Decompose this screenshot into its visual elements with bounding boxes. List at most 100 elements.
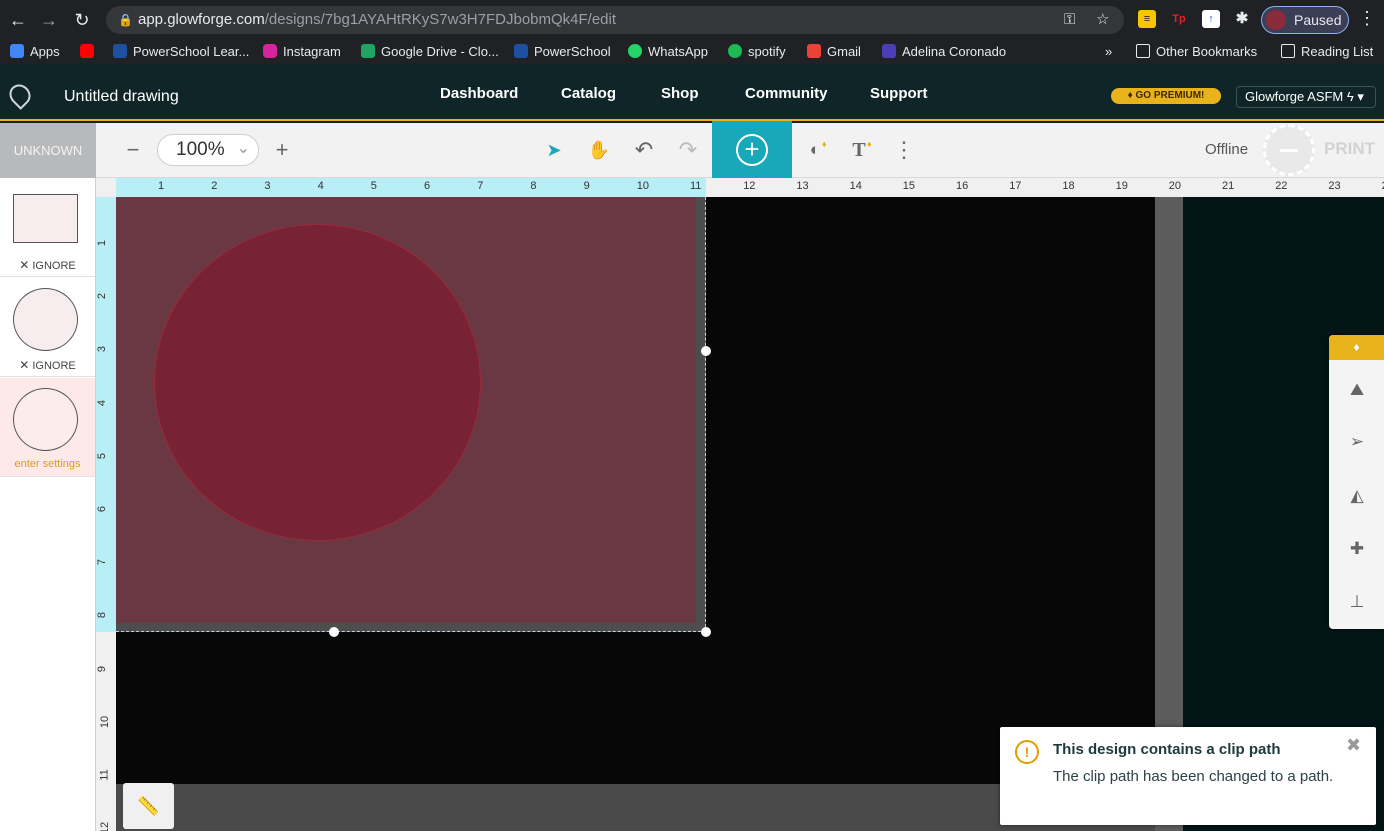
send-icon[interactable]: ➢	[1346, 431, 1368, 453]
bookmark-whatsapp[interactable]: WhatsApp	[628, 43, 708, 61]
url-path: /designs/7bg1AYAHtRKyS7w3H7FDJbobmQk4F/e…	[264, 11, 617, 28]
bookmark-apps[interactable]: Apps	[10, 43, 60, 61]
editor-toolbar: UNKNOWN − 100% ⌄ + ➤ ✋ ↶ ↷ + ◐ ♦ T ♦ ⋮ O…	[0, 121, 1384, 179]
zoom-in-icon[interactable]: +	[269, 137, 295, 163]
bookmark-spotify[interactable]: spotify	[728, 43, 786, 61]
nav-community[interactable]: Community	[745, 85, 828, 102]
operations-panel: ✕ IGNORE ✕ IGNORE enter settings	[0, 178, 96, 831]
nav-catalog[interactable]: Catalog	[561, 85, 616, 102]
extension-icon[interactable]: ≡	[1138, 10, 1156, 28]
puzzle-icon[interactable]: ✱	[1233, 10, 1251, 28]
zoom-out-icon[interactable]: −	[120, 137, 146, 163]
document-title[interactable]: Untitled drawing	[64, 88, 179, 106]
profile-button[interactable]: Paused	[1261, 6, 1349, 34]
bookmark-powerschool-learning[interactable]: PowerSchool Lear...	[113, 43, 249, 61]
app-window: ← → ↻ 🔒 app.glowforge.com/designs/7bg1AY…	[0, 0, 1384, 831]
resize-handle[interactable]	[329, 627, 339, 637]
whatsapp-icon	[628, 44, 642, 58]
reading-list-icon	[1281, 44, 1295, 58]
more-options-icon[interactable]: ⋮	[891, 137, 917, 163]
bookmarks-overflow-icon[interactable]: »	[1105, 43, 1112, 61]
operation-item[interactable]: enter settings	[0, 378, 95, 477]
premium-gem-icon[interactable]: ♦	[1329, 335, 1384, 360]
right-tool-rail: ♦ ⛰ ➢ ◭ ✚ ⊥	[1329, 335, 1384, 629]
gmail-icon	[807, 44, 821, 58]
ruler-tick-label: 16	[956, 180, 969, 192]
extension-share-icon[interactable]: ↑	[1202, 10, 1220, 28]
bookmark-other[interactable]: Other Bookmarks	[1136, 43, 1257, 61]
ruler-tick-label: 3	[264, 180, 271, 192]
extension-tp-icon[interactable]: Tp	[1170, 10, 1188, 28]
zoom-value: 100%	[176, 139, 225, 160]
ruler-material-highlight	[96, 197, 116, 632]
browser-toolbar: ← → ↻ 🔒 app.glowforge.com/designs/7bg1AY…	[0, 0, 1384, 40]
go-premium-button[interactable]: ♦ GO PREMIUM!	[1111, 88, 1221, 104]
profile-label: Paused	[1294, 12, 1342, 28]
lock-icon: 🔒	[118, 13, 133, 27]
bookmark-reading-list[interactable]: Reading List	[1281, 43, 1373, 61]
add-artwork-button[interactable]: +	[712, 121, 792, 179]
bookmark-label: Other Bookmarks	[1156, 44, 1258, 59]
star-icon[interactable]: ☆	[1096, 6, 1109, 34]
ruler-tick-label: 6	[96, 505, 109, 513]
enter-settings-link[interactable]: enter settings	[0, 458, 95, 470]
nav-dashboard[interactable]: Dashboard	[440, 85, 518, 102]
glowforge-logo-icon[interactable]	[5, 80, 35, 110]
print-dash-icon	[1280, 149, 1298, 152]
nav-support[interactable]: Support	[870, 85, 928, 102]
selection-box[interactable]	[116, 197, 706, 632]
ruler-material-highlight	[116, 178, 706, 197]
stamp-icon[interactable]: ⊥	[1346, 591, 1368, 613]
calendar-icon	[882, 44, 896, 58]
chevron-down-icon: ▾	[1357, 89, 1364, 104]
zoom-select[interactable]: 100% ⌄	[157, 134, 259, 166]
bookmark-label: Apps	[30, 44, 60, 59]
bookmark-adelina-coronado[interactable]: Adelina Coronado	[882, 43, 1006, 61]
bookmark-instagram[interactable]: Instagram	[263, 43, 341, 61]
flip-icon[interactable]: ◭	[1346, 485, 1368, 507]
bookmark-powerschool[interactable]: PowerSchool	[514, 43, 611, 61]
select-arrow-icon[interactable]: ➤	[541, 137, 567, 163]
forward-icon[interactable]: →	[37, 8, 61, 32]
ruler-tick-label: 2	[211, 180, 218, 192]
bookmark-google-drive[interactable]: Google Drive - Clo...	[361, 43, 499, 61]
operation-item[interactable]: ✕ IGNORE	[0, 278, 95, 377]
operation-label[interactable]: ✕ IGNORE	[0, 258, 95, 272]
circle-thumbnail	[13, 288, 78, 351]
reload-icon[interactable]: ↻	[70, 8, 94, 32]
undo-icon[interactable]: ↶	[631, 137, 657, 163]
operation-label[interactable]: ✕ IGNORE	[0, 358, 95, 372]
close-icon[interactable]: ✖	[1346, 735, 1361, 756]
ruler-tick-label: 21	[1222, 180, 1235, 192]
resize-handle[interactable]	[701, 627, 711, 637]
puzzle-icon[interactable]: ✚	[1346, 538, 1368, 560]
ruler-tick-label: 7	[96, 559, 109, 566]
trace-mountain-icon[interactable]: ⛰	[1346, 379, 1368, 401]
ruler-tick-label: 7	[477, 180, 484, 192]
account-menu[interactable]: Glowforge ASFM ϟ ▾	[1236, 86, 1376, 108]
ruler-tick-label: 10	[636, 180, 650, 192]
ruler-tick-label: 5	[96, 452, 109, 459]
print-button[interactable]	[1263, 124, 1315, 176]
ruler-tick-label: 4	[96, 399, 109, 406]
address-bar[interactable]: 🔒 app.glowforge.com/designs/7bg1AYAHtRKy…	[106, 6, 1124, 34]
browser-menu-icon[interactable]: ⋮	[1358, 8, 1376, 29]
ruler-tool-icon[interactable]: 📏	[123, 783, 174, 829]
google-drive-icon	[361, 44, 375, 58]
nav-shop[interactable]: Shop	[661, 85, 699, 102]
redo-icon[interactable]: ↷	[675, 137, 701, 163]
ruler-tick-label: 1	[96, 239, 109, 247]
material-selector[interactable]: UNKNOWN	[0, 123, 96, 178]
ruler-tick-label: 9	[583, 180, 590, 192]
ruler-tick-label: 8	[530, 180, 537, 192]
bookmark-gmail[interactable]: Gmail	[807, 43, 861, 61]
premium-gem-icon: ♦	[867, 139, 872, 149]
bookmark-label: Adelina Coronado	[902, 44, 1007, 59]
operation-item[interactable]: ✕ IGNORE	[0, 178, 95, 277]
hand-icon[interactable]: ✋	[586, 137, 612, 163]
back-icon[interactable]: ←	[6, 8, 30, 32]
ruler-tick-label: 9	[96, 665, 109, 672]
key-icon[interactable]: ⚿	[1064, 6, 1075, 34]
resize-handle[interactable]	[701, 346, 711, 356]
bookmark-youtube[interactable]	[80, 43, 100, 61]
